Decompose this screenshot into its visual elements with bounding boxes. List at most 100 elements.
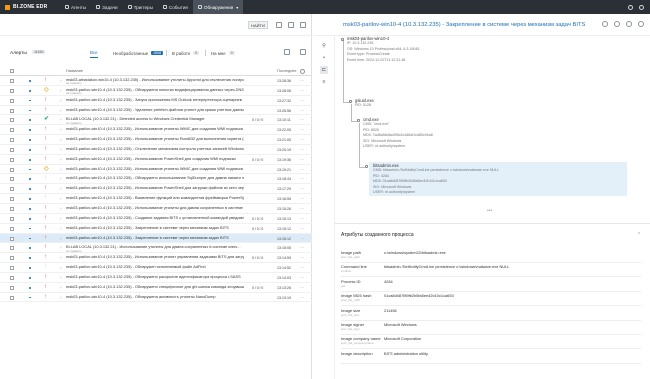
row-checkbox[interactable] <box>10 88 14 93</box>
nav-triggers[interactable]: Триггеры <box>123 0 158 14</box>
table-row[interactable]: ↑ › msk03-parilov-win10-4 (10.3.132.235) -… <box>0 194 312 204</box>
row-checkbox[interactable] <box>10 285 14 290</box>
table-row[interactable]: ↑ › msk03-parilov-win10-4 (10.3.132.235) -… <box>0 214 312 224</box>
pin-icon[interactable]: ⚲ <box>320 42 328 50</box>
more-icon[interactable]: ⋯ <box>300 108 305 114</box>
row-checkbox[interactable] <box>10 246 14 251</box>
chevron-right-icon[interactable]: › <box>60 236 62 241</box>
more-icon[interactable]: ⋯ <box>300 245 305 251</box>
tree-node-process[interactable]: cmd.exe CMD: "cmd.exe" PID: 8520 MD5: 7a… <box>363 117 433 149</box>
user-icon[interactable] <box>639 4 644 10</box>
refresh-icon[interactable] <box>284 49 290 55</box>
chevron-right-icon[interactable]: › <box>60 137 62 142</box>
table-row[interactable]: ↑ › msk03-parilov-win10-4 (10.3.132.235) -… <box>0 204 312 214</box>
attribute-value[interactable]: 4284 <box>384 279 393 284</box>
table-row[interactable]: ↑ › msk03-parilov-win10-4 (10.3.132.235) -… <box>0 96 312 106</box>
more-icon[interactable]: ⋯ <box>300 147 305 153</box>
row-checkbox[interactable] <box>10 98 14 103</box>
table-row[interactable]: ✔ › BI.LAB LOCAL (10.3.132.21) - Detected … <box>0 115 312 126</box>
row-checkbox[interactable] <box>10 167 14 172</box>
more-icon[interactable]: ⋯ <box>300 117 305 123</box>
find-button[interactable]: НАЙТИ <box>248 21 268 29</box>
sort-icon[interactable] <box>300 22 306 28</box>
attribute-value[interactable]: c:\windows\system32\bitsadmin.exe <box>384 250 446 255</box>
row-checkbox[interactable] <box>10 216 14 221</box>
more-icon[interactable]: ⋯ <box>300 206 305 212</box>
nav-tasks[interactable]: Задачи <box>91 0 122 14</box>
timeline-icon[interactable]: ≡ <box>320 78 328 86</box>
tab-all[interactable]: Все <box>90 48 98 58</box>
more-icon[interactable]: ⋯ <box>300 157 305 163</box>
close-icon[interactable] <box>638 21 644 27</box>
more-icon[interactable]: ⋯ <box>300 295 305 301</box>
row-checkbox[interactable] <box>10 295 14 300</box>
process-tree-icon[interactable]: ⊏ <box>320 66 328 74</box>
select-all-checkbox[interactable] <box>10 69 14 73</box>
more-icon[interactable]: ⋯ <box>300 98 305 104</box>
table-row[interactable]: ◇ › msk03-parilov-win10-4 (10.3.132.235) -… <box>0 86 312 96</box>
settings-icon[interactable] <box>628 4 633 10</box>
chevron-right-icon[interactable]: › <box>60 285 62 290</box>
more-icon[interactable]: ⋯ <box>300 196 305 202</box>
table-row[interactable]: ↑ › msk03-parilov-win10-4 (10.3.132.235) -… <box>0 293 312 303</box>
column-settings-icon[interactable] <box>300 69 305 74</box>
row-checkbox[interactable] <box>10 147 14 152</box>
tab-assigned-to-me[interactable]: На мне 0 <box>211 48 235 58</box>
chevron-right-icon[interactable]: › <box>60 98 62 103</box>
chevron-right-icon[interactable]: › <box>60 147 62 152</box>
chevron-right-icon[interactable]: › <box>60 78 62 83</box>
chevron-right-icon[interactable]: › <box>60 127 62 132</box>
row-checkbox[interactable] <box>10 256 14 261</box>
chevron-right-icon[interactable]: › <box>60 206 62 211</box>
chevron-right-icon[interactable]: › <box>60 88 62 93</box>
chevron-right-icon[interactable]: › <box>60 216 62 221</box>
table-row[interactable]: ↑ › msk03-parilov-win10-4 (10.3.132.235) -… <box>0 184 312 195</box>
attribute-value[interactable]: Microsoft Windows <box>384 322 417 327</box>
row-checkbox[interactable] <box>10 266 14 271</box>
table-row[interactable]: ↑ › msk03-parilov-win10-4 (10.3.132.235) -… <box>0 135 312 145</box>
table-row[interactable]: ◇ › msk03-parilov-win10-4 (10.3.132.235) -… <box>0 165 312 175</box>
row-checkbox[interactable] <box>10 206 14 211</box>
chevron-right-icon[interactable]: › <box>60 117 62 122</box>
chevron-up-icon[interactable]: ⌃ <box>637 232 641 238</box>
filter-icon[interactable] <box>288 22 294 28</box>
row-checkbox[interactable] <box>10 79 14 83</box>
row-checkbox[interactable] <box>10 177 14 182</box>
row-checkbox[interactable] <box>10 157 14 162</box>
tree-node-process[interactable]: gsiuid.exe PID: 5128 <box>355 98 374 109</box>
resize-handle[interactable]: ••• <box>487 208 492 214</box>
chevron-right-icon[interactable]: › <box>60 157 62 162</box>
tree-node-process-selected[interactable]: bitsadmin.exe CMD: bitsadmin /SetNotifyC… <box>369 162 627 197</box>
more-icon[interactable]: ⋯ <box>300 255 305 261</box>
chevron-right-icon[interactable]: › <box>60 255 62 260</box>
row-checkbox[interactable] <box>10 197 14 202</box>
row-checkbox[interactable] <box>10 128 14 133</box>
tab-unprocessed[interactable]: Необработанные 1508 <box>113 48 164 58</box>
chevron-right-icon[interactable]: › <box>60 245 62 250</box>
table-row[interactable]: ↑ › msk03-arbadakov-win10-4 (10.3.132.235)… <box>0 76 312 86</box>
row-checkbox[interactable] <box>10 108 14 113</box>
help-icon[interactable] <box>276 22 282 28</box>
chevron-right-icon[interactable]: › <box>60 265 62 270</box>
attribute-value[interactable]: bitsadmin /SetNotifyCmdLine persistence … <box>384 264 509 269</box>
row-checkbox[interactable] <box>10 118 14 123</box>
table-row[interactable]: ↑ › msk03-parilov-win10-4 (10.3.132.235) -… <box>0 155 312 165</box>
chevron-right-icon[interactable]: › <box>60 167 62 172</box>
chevron-right-icon[interactable]: › <box>60 186 62 191</box>
more-icon[interactable]: ⋯ <box>300 236 305 242</box>
chevron-right-icon[interactable]: › <box>60 108 62 113</box>
table-row[interactable]: ↑ › msk03-parilov-win10-4 (10.3.132.235) -… <box>0 125 312 136</box>
more-icon[interactable]: ⋯ <box>300 127 305 133</box>
chevron-right-icon[interactable]: › <box>60 295 62 300</box>
tab-in-progress[interactable]: В работе 0 <box>172 48 200 58</box>
more-icon[interactable]: ⋯ <box>300 186 305 192</box>
share-icon[interactable] <box>614 21 620 27</box>
nav-agents[interactable]: Агенты <box>60 0 91 14</box>
table-row[interactable]: ↑ › msk03-parilov-win10-4 (10.3.132.235) -… <box>0 263 312 273</box>
table-row[interactable]: ↑ › msk03-parilov-win10-4 (10.3.132.235) -… <box>0 224 312 234</box>
more-icon[interactable]: ⋯ <box>300 275 305 281</box>
column-time-header[interactable]: Последнее <box>277 69 297 73</box>
table-row[interactable]: ↑ › msk03-parilov-win10-4 (10.3.132.235) -… <box>0 283 312 293</box>
nav-events[interactable]: События <box>158 0 193 14</box>
row-checkbox[interactable] <box>10 226 14 231</box>
